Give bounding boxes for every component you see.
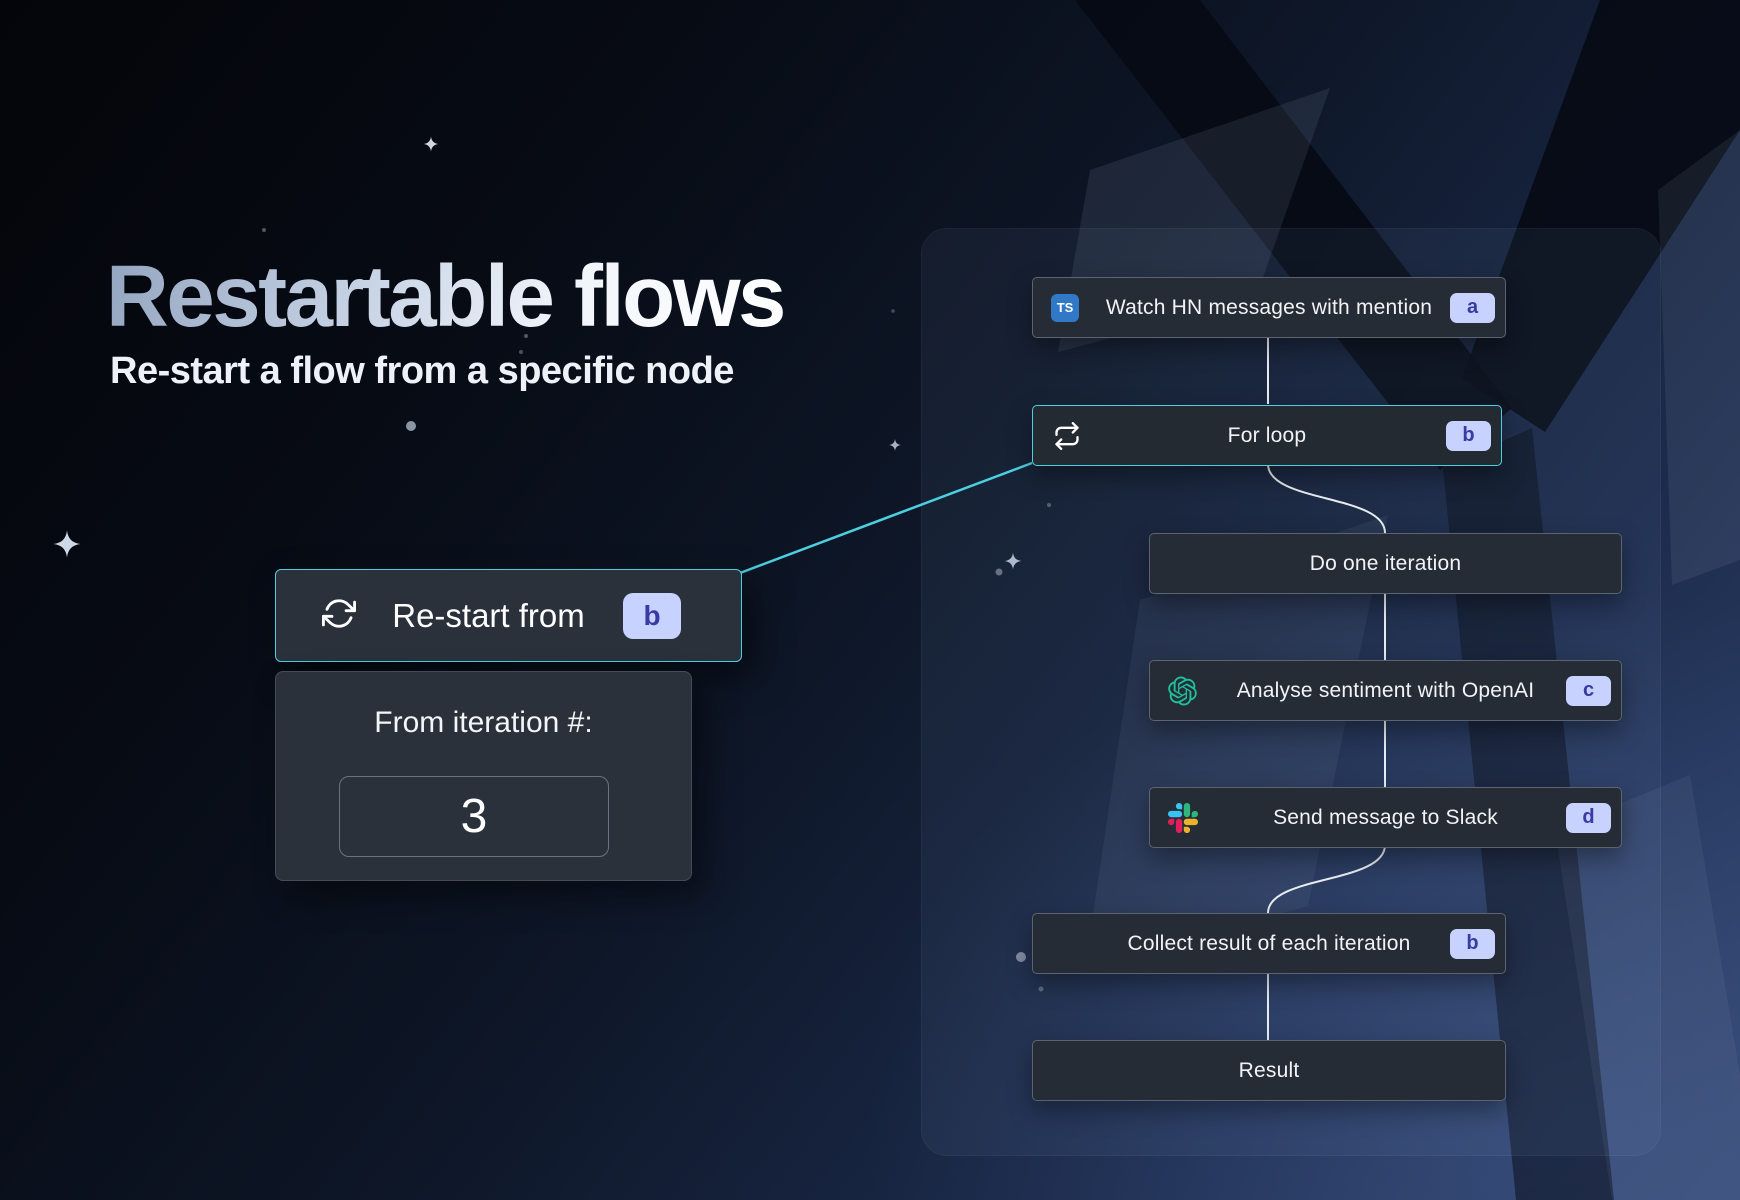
iteration-label: From iteration #: (276, 706, 691, 740)
node-label: Watch HN messages with mention (1033, 278, 1505, 337)
flow-node-send-slack[interactable]: Send message to Slack d (1149, 787, 1622, 848)
page-title: Restartable flows (106, 251, 784, 342)
node-badge: a (1450, 293, 1495, 323)
flow-node-result[interactable]: Result (1032, 1040, 1506, 1101)
restart-from-label: Re-start from (376, 570, 601, 661)
flow-node-do-one-iteration[interactable]: Do one iteration (1149, 533, 1622, 594)
node-badge: b (1450, 929, 1495, 959)
page-subtitle: Re-start a flow from a specific node (110, 350, 734, 393)
iteration-number-input[interactable] (339, 776, 609, 857)
flow-node-for-loop[interactable]: For loop b (1032, 405, 1502, 466)
node-badge: d (1566, 803, 1611, 833)
restart-badge: b (623, 593, 681, 639)
iteration-panel: From iteration #: (275, 671, 692, 881)
node-label: For loop (1033, 406, 1501, 465)
node-label: Do one iteration (1150, 534, 1621, 593)
node-badge: b (1446, 421, 1491, 451)
restart-from-node[interactable]: Re-start from b (275, 569, 742, 662)
node-label: Result (1033, 1041, 1505, 1100)
node-label: Collect result of each iteration (1033, 914, 1505, 973)
node-badge: c (1566, 676, 1611, 706)
flow-node-watch-hn-messages[interactable]: TS Watch HN messages with mention a (1032, 277, 1506, 338)
flow-node-collect-results[interactable]: Collect result of each iteration b (1032, 913, 1506, 974)
node-label: Send message to Slack (1150, 788, 1621, 847)
flow-node-analyse-sentiment[interactable]: Analyse sentiment with OpenAI c (1149, 660, 1622, 721)
node-label: Analyse sentiment with OpenAI (1150, 661, 1621, 720)
refresh-cw-icon (322, 596, 356, 635)
